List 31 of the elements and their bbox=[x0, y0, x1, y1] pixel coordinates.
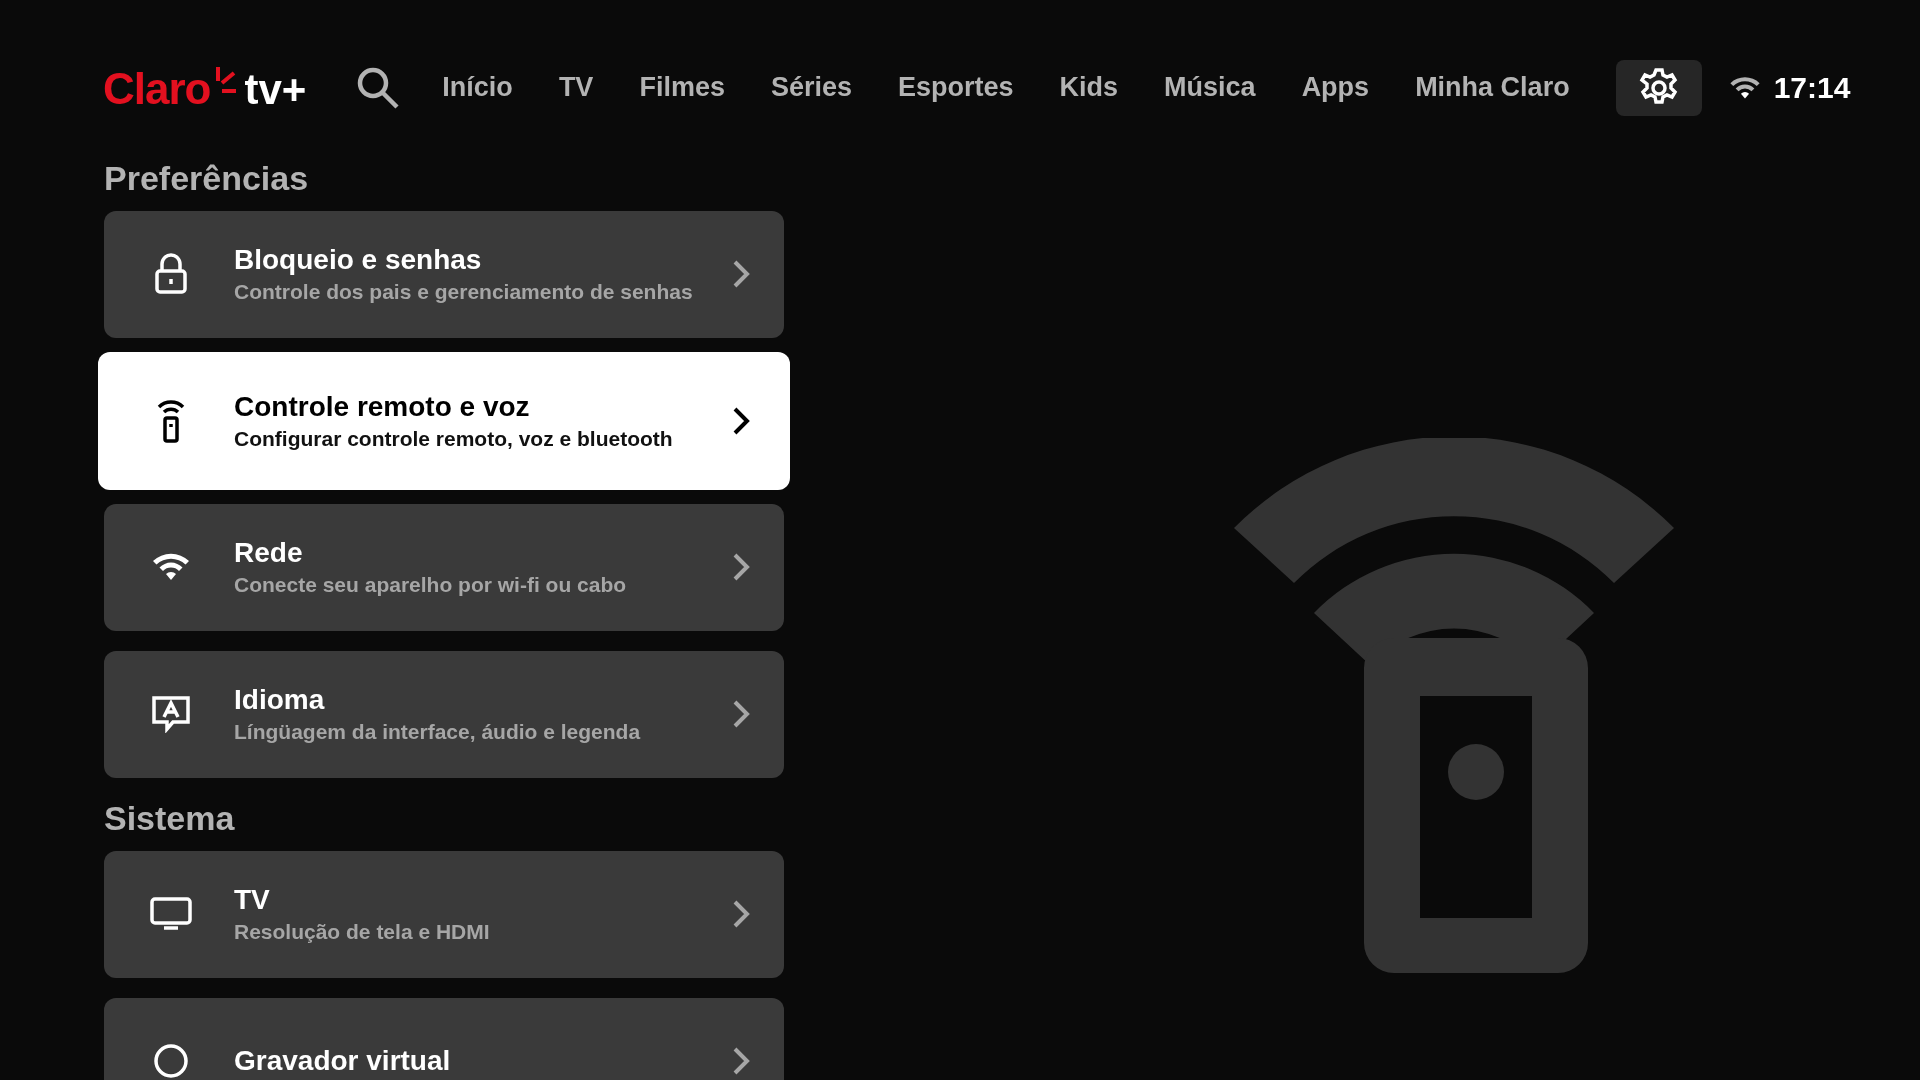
settings-item[interactable]: Bloqueio e senhas Controle dos pais e gerenciamento de senhas bbox=[104, 210, 784, 338]
nav-tab[interactable]: Esportes bbox=[886, 68, 1026, 107]
settings-item[interactable]: TV Resolução de tela e HDMI bbox=[104, 850, 784, 978]
nav-tab[interactable]: Apps bbox=[1289, 68, 1382, 107]
nav-tab[interactable]: Minha Claro bbox=[1403, 68, 1582, 107]
item-subtitle: Configurar controle remoto, voz e bluetooth bbox=[234, 426, 674, 451]
item-subtitle: Controle dos pais e gerenciamento de senhas bbox=[234, 280, 694, 305]
nav-tab[interactable]: Séries bbox=[758, 68, 864, 107]
nav-tab[interactable]: Kids bbox=[1047, 68, 1131, 107]
item-title: Gravador virtual bbox=[234, 1045, 452, 1078]
item-title: Rede bbox=[234, 537, 304, 570]
item-title: TV bbox=[234, 884, 271, 917]
nav-tab[interactable]: Filmes bbox=[627, 68, 737, 107]
settings-item[interactable]: Controle remoto e voz Configurar controle remoto, voz e bluetooth bbox=[98, 351, 790, 490]
section-heading: Sistema bbox=[104, 797, 236, 839]
logo-product-text: tv+ bbox=[244, 68, 307, 111]
settings-item[interactable]: Rede Conecte seu aparelho por wi-fi ou cabo bbox=[104, 503, 784, 631]
item-subtitle: Conecte seu aparelho por wi-fi ou cabo bbox=[234, 573, 628, 598]
nav-tab[interactable]: Início bbox=[430, 68, 525, 107]
item-title: Idioma bbox=[234, 684, 326, 717]
settings-item[interactable]: Idioma Língüagem da interface, áudio e legenda bbox=[104, 650, 784, 778]
item-subtitle: Língüagem da interface, áudio e legenda bbox=[234, 720, 642, 745]
nav-tab[interactable]: Música bbox=[1152, 68, 1268, 107]
logo-brand-text: Claro bbox=[103, 66, 211, 111]
item-subtitle: Resolução de tela e HDMI bbox=[234, 920, 491, 945]
item-title: Controle remoto e voz bbox=[234, 390, 531, 423]
item-title: Bloqueio e senhas bbox=[234, 244, 483, 277]
clock-time: 17:14 bbox=[1773, 70, 1851, 105]
settings-item[interactable]: Gravador virtual bbox=[104, 997, 784, 1080]
nav-tab[interactable]: TV bbox=[546, 68, 606, 107]
section-heading: Preferências bbox=[104, 158, 310, 199]
